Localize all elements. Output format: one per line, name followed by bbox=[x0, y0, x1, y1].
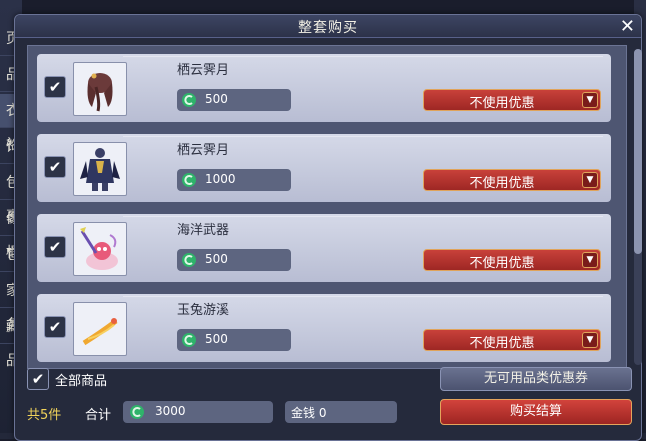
green-coin-icon bbox=[130, 405, 144, 419]
item-price: 500 bbox=[177, 89, 291, 111]
bundle-purchase-dialog: 整套购买 ✕ ✔ 栖云霁月 500 不使用优惠 ▼ ✔ 栖云霁月 1000 不使… bbox=[14, 14, 642, 441]
item-price-value: 500 bbox=[205, 332, 228, 346]
item-price-value: 500 bbox=[205, 252, 228, 266]
item-checkbox[interactable]: ✔ bbox=[44, 316, 66, 338]
coupon-button[interactable]: 无可用品类优惠券 bbox=[440, 367, 632, 391]
hair-icon[interactable] bbox=[73, 62, 127, 116]
dialog-titlebar: 整套购买 ✕ bbox=[15, 15, 641, 38]
green-coin-icon bbox=[182, 333, 196, 347]
total-price-value: 3000 bbox=[155, 404, 186, 418]
chevron-down-icon[interactable]: ▼ bbox=[582, 92, 598, 108]
gold-balance: 金钱 0 bbox=[285, 401, 397, 423]
item-count: 共5件 bbox=[27, 408, 62, 423]
discount-label: 不使用优惠 bbox=[469, 256, 535, 271]
ocean-weapon-icon[interactable] bbox=[73, 222, 127, 276]
item-name: 栖云霁月 bbox=[177, 143, 230, 158]
chevron-down-icon[interactable]: ▼ bbox=[582, 332, 598, 348]
list-item: ✔ 海洋武器 500 不使用优惠 ▼ bbox=[37, 214, 611, 282]
jade-rabbit-icon[interactable] bbox=[73, 302, 127, 356]
checkout-button[interactable]: 购买结算 bbox=[440, 399, 632, 425]
total-label: 合计 bbox=[85, 408, 112, 423]
item-price: 1000 bbox=[177, 169, 291, 191]
item-name: 栖云霁月 bbox=[177, 63, 230, 78]
scrollbar-thumb[interactable] bbox=[634, 49, 642, 254]
list-scrollbar[interactable] bbox=[634, 49, 642, 365]
gold-balance-label: 金钱 0 bbox=[291, 406, 327, 420]
item-checkbox[interactable]: ✔ bbox=[44, 156, 66, 178]
item-price: 500 bbox=[177, 329, 291, 351]
item-list: ✔ 栖云霁月 500 不使用优惠 ▼ ✔ 栖云霁月 1000 不使用优惠 ▼ ✔… bbox=[27, 45, 627, 369]
costume-icon[interactable] bbox=[73, 142, 127, 196]
chevron-down-icon[interactable]: ▼ bbox=[582, 252, 598, 268]
discount-dropdown[interactable]: 不使用优惠 ▼ bbox=[423, 89, 601, 111]
green-coin-icon bbox=[182, 253, 196, 267]
list-item: ✔ 栖云霁月 500 不使用优惠 ▼ bbox=[37, 54, 611, 122]
green-coin-icon bbox=[182, 173, 196, 187]
discount-dropdown[interactable]: 不使用优惠 ▼ bbox=[423, 329, 601, 351]
list-item: ✔ 玉兔游溪 500 不使用优惠 ▼ bbox=[37, 294, 611, 362]
item-price: 500 bbox=[177, 249, 291, 271]
chevron-down-icon[interactable]: ▼ bbox=[582, 172, 598, 188]
discount-dropdown[interactable]: 不使用优惠 ▼ bbox=[423, 169, 601, 191]
green-coin-icon bbox=[182, 93, 196, 107]
item-checkbox[interactable]: ✔ bbox=[44, 236, 66, 258]
select-all-label: 全部商品 bbox=[55, 374, 108, 389]
list-item: ✔ 栖云霁月 1000 不使用优惠 ▼ bbox=[37, 134, 611, 202]
total-price: 3000 bbox=[123, 401, 273, 423]
close-icon[interactable]: ✕ bbox=[620, 16, 635, 37]
item-price-value: 500 bbox=[205, 92, 228, 106]
discount-label: 不使用优惠 bbox=[469, 96, 535, 111]
discount-dropdown[interactable]: 不使用优惠 ▼ bbox=[423, 249, 601, 271]
item-name: 海洋武器 bbox=[177, 223, 230, 238]
item-name: 玉兔游溪 bbox=[177, 303, 230, 318]
dialog-title: 整套购买 bbox=[298, 20, 358, 36]
discount-label: 不使用优惠 bbox=[469, 336, 535, 351]
item-checkbox[interactable]: ✔ bbox=[44, 76, 66, 98]
select-all-checkbox[interactable]: ✔ bbox=[27, 368, 49, 390]
discount-label: 不使用优惠 bbox=[469, 176, 535, 191]
item-price-value: 1000 bbox=[205, 172, 236, 186]
